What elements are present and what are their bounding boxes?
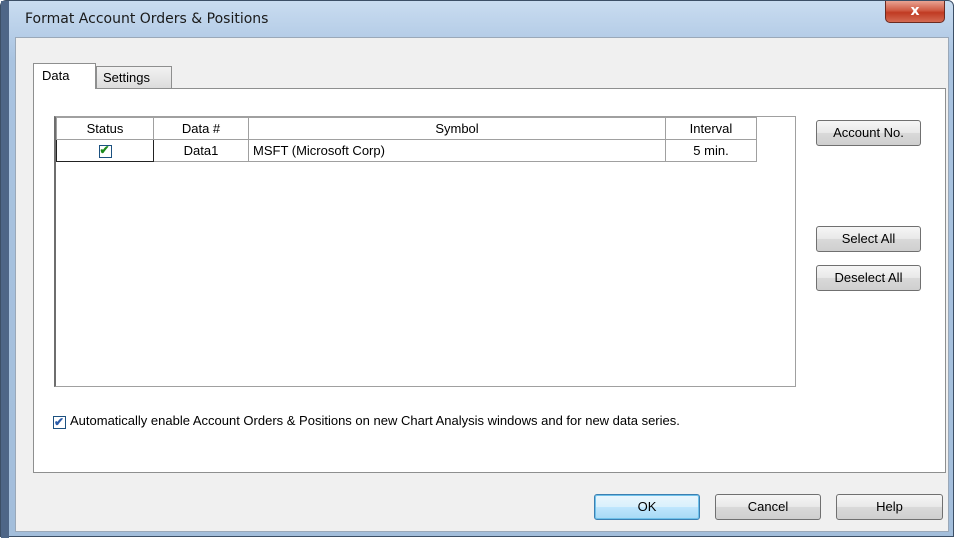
dialog-window: Format Account Orders & Positions x Data… [0,0,954,538]
select-all-button[interactable]: Select All [816,226,921,252]
tab-settings[interactable]: Settings [96,66,172,88]
close-icon: x [910,3,920,19]
column-header-data-number[interactable]: Data # [153,117,249,140]
table-header-row: Status Data # Symbol Interval [56,117,757,140]
status-checkbox[interactable]: ✔ [98,143,112,159]
check-icon: ✔ [99,143,110,158]
data-series-grid[interactable]: Status Data # Symbol Interval ✔ Data1 MS… [54,116,796,387]
data-number-cell: Data1 [153,139,249,162]
check-icon: ✔ [54,415,65,429]
auto-enable-label[interactable]: Automatically enable Account Orders & Po… [70,413,750,429]
column-header-interval[interactable]: Interval [665,117,757,140]
cancel-button[interactable]: Cancel [715,494,821,520]
close-button[interactable]: x [885,1,945,23]
deselect-all-button[interactable]: Deselect All [816,265,921,291]
column-header-status[interactable]: Status [56,117,154,140]
title-bar[interactable]: Format Account Orders & Positions x [9,1,953,35]
background-strip [1,1,9,538]
window-title: Format Account Orders & Positions [25,11,269,27]
data-series-table: Status Data # Symbol Interval ✔ Data1 MS… [56,117,757,162]
tab-data[interactable]: Data [33,63,96,89]
status-cell[interactable]: ✔ [56,139,154,162]
symbol-cell: MSFT (Microsoft Corp) [248,139,666,162]
account-no-button[interactable]: Account No. [816,120,921,146]
help-button[interactable]: Help [836,494,943,520]
dialog-client-area: Data Settings Status Data # Symbol Inter… [15,37,949,532]
column-header-symbol[interactable]: Symbol [248,117,666,140]
auto-enable-checkbox[interactable]: ✔ [53,415,66,429]
ok-button[interactable]: OK [594,494,700,520]
interval-cell: 5 min. [665,139,757,162]
table-row[interactable]: ✔ Data1 MSFT (Microsoft Corp) 5 min. [56,139,757,162]
